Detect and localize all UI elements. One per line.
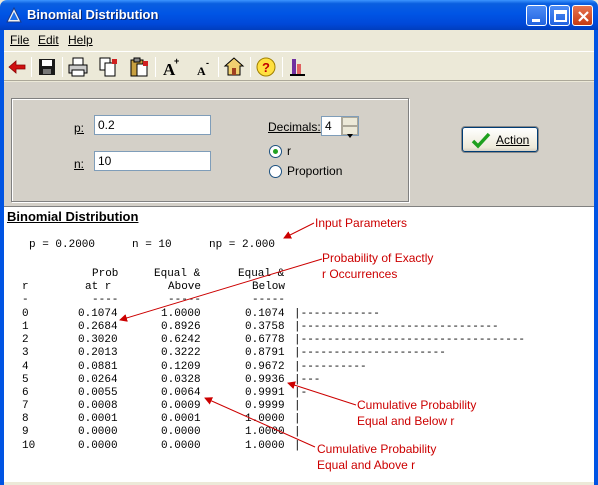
arrow-prob-exact [119, 258, 323, 322]
n-label-text: n: [74, 157, 85, 171]
title-bar: Binomial Distribution [0, 0, 598, 30]
toolbar-separator [62, 57, 63, 77]
menu-bar: File Edit Help [4, 30, 594, 50]
toolbar-separator [218, 57, 219, 77]
svg-text:+: + [174, 56, 179, 66]
spinner-up-button[interactable] [342, 117, 358, 130]
decimals-label-text: Decimals: [268, 120, 321, 134]
close-icon [578, 11, 589, 22]
menu-edit-label: Edit [38, 33, 59, 47]
menu-file[interactable]: File [10, 33, 29, 47]
window-title: Binomial Distribution [27, 7, 159, 22]
n-input[interactable] [94, 151, 211, 171]
action-button[interactable]: Action [462, 127, 538, 152]
caret-down-icon [347, 134, 353, 138]
p-input[interactable] [94, 115, 211, 135]
parameters-group [11, 98, 409, 202]
home-icon[interactable] [223, 56, 245, 78]
arrow-cum-above [204, 397, 316, 448]
radio-proportion-label: Proportion [287, 164, 343, 178]
menu-help[interactable]: Help [68, 33, 93, 47]
toolbar-separator [31, 57, 32, 77]
svg-text:?: ? [262, 60, 270, 75]
paste-icon[interactable] [128, 56, 150, 78]
window-frame-right [594, 30, 598, 485]
font-increase-icon[interactable]: A+ [160, 56, 182, 78]
annotation-arrows [119, 222, 357, 448]
menu-help-label: Help [68, 33, 93, 47]
save-icon[interactable] [36, 56, 58, 78]
minimize-icon [532, 19, 540, 22]
toolbar-separator [282, 57, 283, 77]
svg-text:A: A [197, 64, 206, 78]
font-decrease-icon[interactable]: A- [192, 56, 214, 78]
menu-file-label: File [10, 33, 30, 47]
close-button[interactable] [572, 5, 593, 26]
output-pane[interactable]: Binomial Distribution p = 0.2000 n = 10 … [4, 206, 594, 482]
p-label: p: [74, 121, 84, 135]
print-icon[interactable] [67, 56, 89, 78]
radio-r[interactable] [269, 145, 282, 158]
radio-proportion[interactable] [269, 165, 282, 178]
toolbar-separator [155, 57, 156, 77]
menu-edit[interactable]: Edit [38, 33, 59, 47]
stats-icon[interactable] [287, 56, 309, 78]
p-label-text: p: [74, 121, 85, 135]
back-arrow-icon[interactable] [6, 56, 28, 78]
decimals-spinner[interactable] [341, 117, 358, 138]
copy-icon[interactable] [97, 56, 119, 78]
maximize-icon [554, 10, 567, 22]
help-icon[interactable]: ? [255, 56, 277, 78]
toolbar: A + A- ? [4, 51, 594, 81]
spinner-down-button[interactable] [342, 126, 358, 138]
arrow-cum-below [287, 381, 357, 406]
n-label: n: [74, 157, 84, 171]
arrow-input-parameters [283, 222, 315, 239]
app-triangle-icon [6, 7, 22, 23]
svg-text:-: - [206, 58, 209, 68]
maximize-button[interactable] [549, 5, 570, 26]
check-icon [471, 132, 491, 149]
toolbar-separator [250, 57, 251, 77]
action-button-label: Action [496, 133, 530, 147]
minimize-button[interactable] [526, 5, 547, 26]
radio-r-label: r [287, 144, 291, 158]
decimals-label: Decimals: [268, 120, 321, 134]
